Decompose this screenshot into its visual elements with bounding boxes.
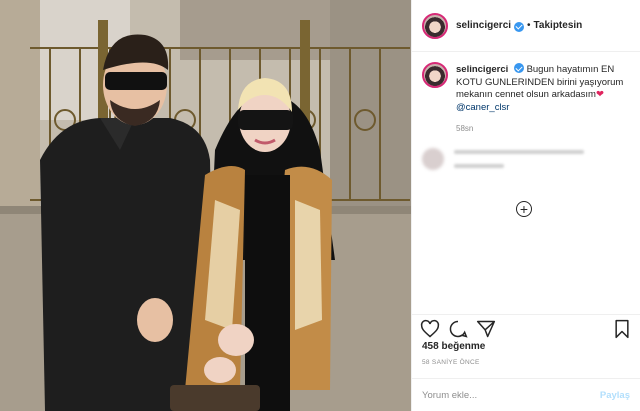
comment-input[interactable]: [422, 389, 600, 401]
author-username[interactable]: selincigerci: [456, 20, 511, 31]
post-timestamp: 58 SANİYE ÖNCE: [422, 359, 480, 366]
verified-badge-icon: [513, 63, 524, 73]
caption-row: selincigerci Bugun hayatımın EN KOTU GUN…: [422, 62, 630, 114]
post-photo[interactable]: [0, 0, 411, 411]
likes-count[interactable]: 458 beğenme: [422, 341, 485, 352]
caption-age: 58sn: [456, 124, 474, 133]
follow-status[interactable]: Takiptesin: [534, 20, 583, 31]
post-header: selincigerci • Takiptesin: [412, 0, 640, 52]
caption-avatar[interactable]: [422, 62, 448, 88]
caption-text: selincigerci Bugun hayatımın EN KOTU GUN…: [456, 62, 628, 114]
bookmark-icon[interactable]: [612, 319, 632, 339]
add-comment-bar: Paylaş: [412, 378, 640, 411]
comment-icon[interactable]: [448, 319, 468, 339]
verified-badge-icon: [514, 21, 525, 32]
comments-section: selincigerci Bugun hayatımın EN KOTU GUN…: [412, 52, 640, 306]
caption-username[interactable]: selincigerci: [456, 64, 508, 75]
heart-icon[interactable]: [420, 319, 440, 339]
post-comment-button[interactable]: Paylaş: [600, 390, 630, 401]
blurred-comment: [422, 148, 630, 170]
heart-emoji-icon: ❤: [595, 89, 604, 100]
post-side-panel: selincigerci • Takiptesin selincigerci B…: [411, 0, 640, 411]
separator-dot: •: [527, 20, 531, 31]
action-bar: [412, 314, 640, 342]
author-avatar[interactable]: [422, 12, 448, 39]
caption-mention-link[interactable]: @caner_clsr: [456, 102, 509, 113]
blurred-comment-text: [454, 150, 584, 168]
blurred-avatar: [422, 148, 444, 170]
load-more-comments-button[interactable]: +: [516, 201, 532, 217]
send-icon[interactable]: [476, 319, 496, 339]
post-photo-illustration: [0, 0, 411, 411]
